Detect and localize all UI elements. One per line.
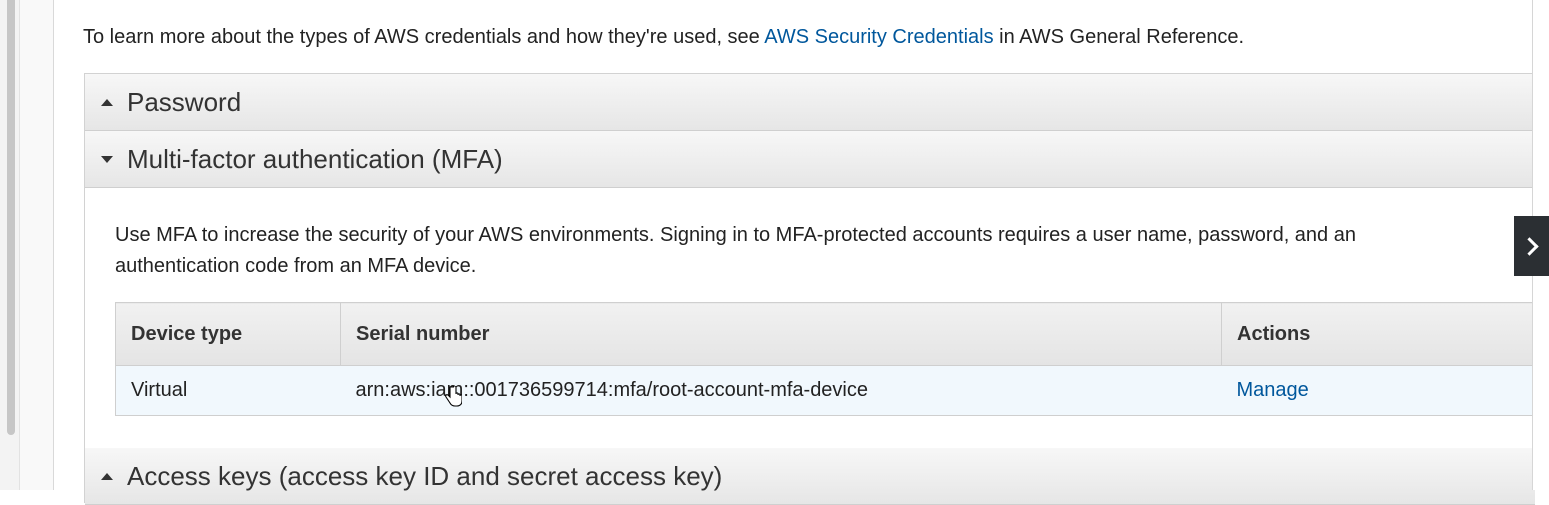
- access-keys-section-title: Access keys (access key ID and secret ac…: [127, 460, 723, 491]
- mfa-section-title: Multi-factor authentication (MFA): [127, 143, 503, 174]
- table-header-row: Device type Serial number Actions: [115, 302, 1535, 366]
- column-header-actions[interactable]: Actions: [1221, 302, 1535, 366]
- actions-cell: Manage: [1221, 365, 1535, 416]
- intro-text: To learn more about the types of AWS cre…: [83, 24, 1244, 50]
- caret-up-icon: [101, 472, 113, 480]
- caret-down-icon: [101, 155, 113, 163]
- mfa-description: Use MFA to increase the security of your…: [115, 224, 1356, 277]
- left-scrollbar-thumb[interactable]: [7, 0, 15, 435]
- password-section-header[interactable]: Password: [85, 74, 1535, 131]
- column-header-serial-number[interactable]: Serial number: [340, 302, 1222, 366]
- intro-suffix: in AWS General Reference.: [993, 26, 1245, 48]
- mfa-device-table: Device type Serial number Actions Virtua…: [115, 302, 1535, 416]
- caret-up-icon: [101, 98, 113, 106]
- password-section-title: Password: [127, 86, 242, 117]
- serial-number-cell: arn:aws:iam::001736599714:mfa/root-accou…: [340, 365, 1222, 416]
- access-keys-section-header[interactable]: Access keys (access key ID and secret ac…: [85, 448, 1535, 505]
- manage-mfa-link[interactable]: Manage: [1237, 379, 1309, 401]
- mfa-section-header[interactable]: Multi-factor authentication (MFA): [85, 131, 1535, 188]
- column-header-device-type[interactable]: Device type: [115, 302, 341, 366]
- intro-prefix: To learn more about the types of AWS cre…: [83, 26, 765, 48]
- table-row[interactable]: Virtual arn:aws:iam::001736599714:mfa/ro…: [115, 365, 1535, 416]
- left-scrollbar[interactable]: [0, 0, 20, 490]
- credentials-panel: Password Multi-factor authentication (MF…: [84, 73, 1535, 505]
- device-type-cell: Virtual: [115, 365, 341, 416]
- side-panel-toggle[interactable]: [1514, 216, 1549, 276]
- chevron-right-icon: [1519, 236, 1539, 256]
- hand-pointer-icon: [445, 386, 462, 407]
- page-gutter: [20, 0, 54, 490]
- aws-security-credentials-link[interactable]: AWS Security Credentials: [764, 26, 993, 48]
- mfa-section-body: Use MFA to increase the security of your…: [85, 188, 1535, 448]
